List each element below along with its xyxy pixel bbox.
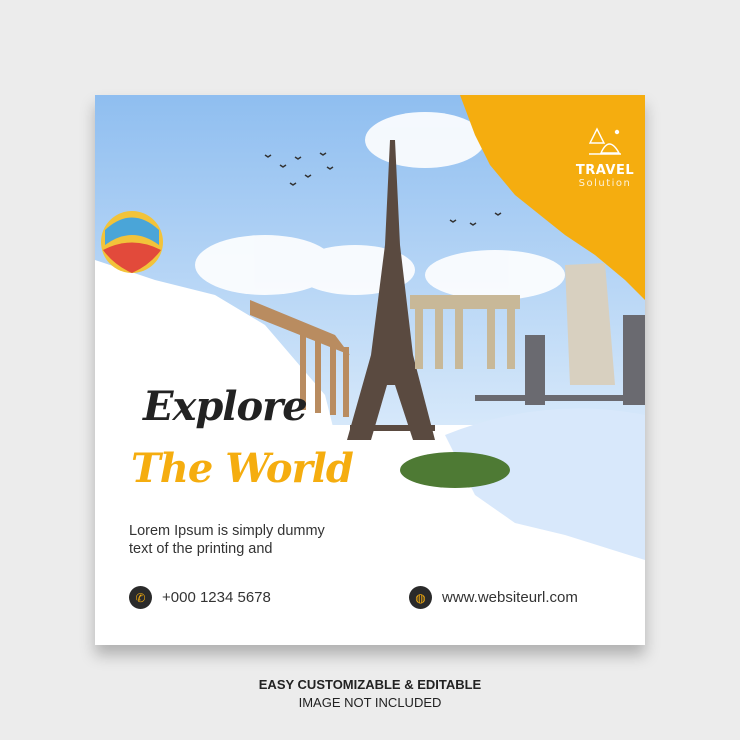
trees bbox=[400, 452, 510, 488]
description: Lorem Ipsum is simply dummy text of the … bbox=[129, 522, 325, 558]
description-line-2: text of the printing and bbox=[129, 541, 273, 557]
brand-title: TRAVEL bbox=[575, 163, 635, 178]
hot-air-balloon bbox=[101, 211, 163, 273]
footer-title: EASY CUSTOMIZABLE & EDITABLE bbox=[258, 677, 482, 692]
globe-icon: ◍ bbox=[409, 586, 432, 609]
footer-subtitle: IMAGE NOT INCLUDED bbox=[298, 695, 442, 710]
travel-post-card: TRAVEL Solution Explore The World Lorem … bbox=[95, 95, 645, 645]
website-url: www.websiteurl.com bbox=[442, 589, 578, 606]
description-line-1: Lorem Ipsum is simply dummy bbox=[129, 523, 325, 539]
headline-the-world: The World bbox=[131, 445, 354, 492]
phone-contact: ✆ +000 1234 5678 bbox=[129, 586, 271, 609]
website-contact: ◍ www.websiteurl.com bbox=[409, 586, 578, 609]
camping-tent-icon bbox=[588, 127, 621, 155]
headline-explore: Explore bbox=[143, 383, 308, 430]
brand-subtitle: Solution bbox=[578, 178, 632, 189]
phone-number: +000 1234 5678 bbox=[162, 589, 271, 606]
brand-logo: TRAVEL Solution bbox=[535, 127, 645, 189]
phone-icon: ✆ bbox=[129, 586, 152, 609]
